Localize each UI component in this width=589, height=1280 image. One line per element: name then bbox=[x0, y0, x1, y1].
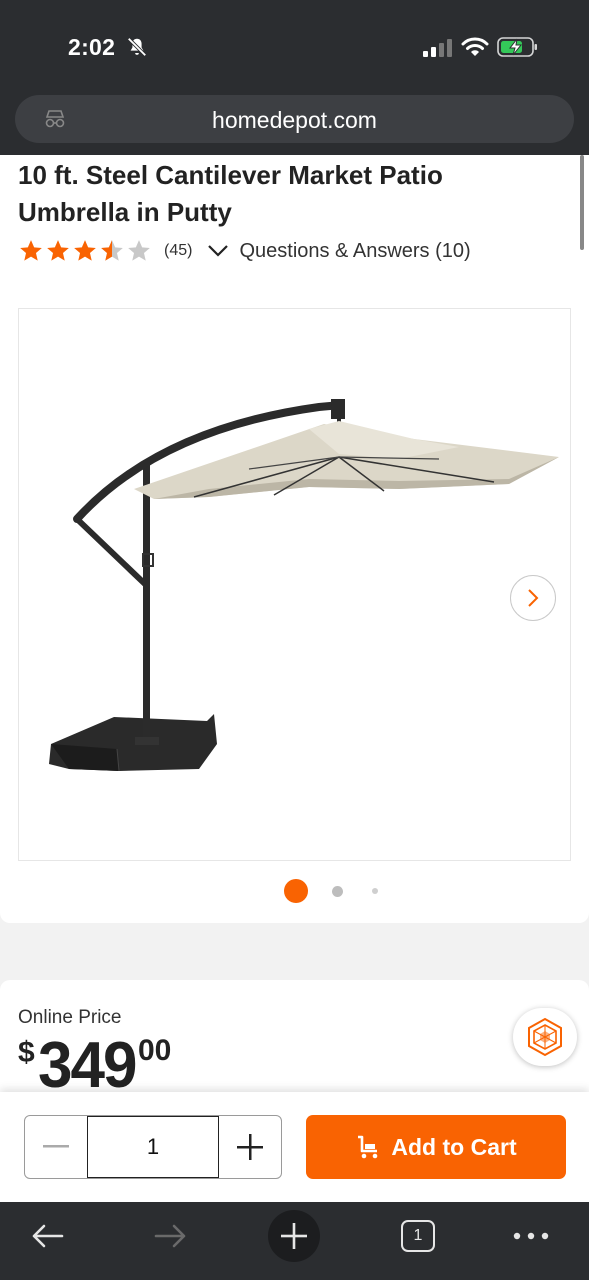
url-text: homedepot.com bbox=[212, 107, 377, 133]
new-tab-button[interactable] bbox=[268, 1210, 320, 1262]
star-full-icon bbox=[47, 240, 69, 261]
price-dollar-sign: $ bbox=[18, 1036, 35, 1069]
status-bar: 2:02 bbox=[0, 0, 589, 92]
status-time: 2:02 bbox=[68, 34, 116, 60]
tab-count: 1 bbox=[401, 1220, 435, 1252]
page-content: 10 ft. Steel Cantilever Market Patio Umb… bbox=[0, 155, 589, 1202]
more-dots-icon bbox=[513, 1232, 549, 1240]
carousel-next-button[interactable] bbox=[510, 575, 556, 621]
arrow-right-icon bbox=[154, 1224, 186, 1248]
add-to-cart-bar: 1 Add to Cart bbox=[0, 1092, 589, 1202]
product-card: 10 ft. Steel Cantilever Market Patio Umb… bbox=[0, 155, 589, 923]
carousel-dot[interactable] bbox=[284, 879, 308, 903]
scroll-indicator bbox=[580, 155, 584, 250]
product-image-carousel[interactable] bbox=[18, 308, 571, 861]
star-half-icon bbox=[101, 240, 123, 261]
browser-toolbar: 1 bbox=[0, 1202, 589, 1280]
bell-muted-icon bbox=[127, 37, 147, 57]
more-menu-button[interactable] bbox=[513, 1210, 549, 1262]
price-cents: 00 bbox=[138, 1034, 172, 1067]
plus-icon bbox=[281, 1223, 307, 1249]
arrow-left-icon bbox=[32, 1224, 64, 1248]
forward-button[interactable] bbox=[152, 1210, 190, 1262]
quantity-input[interactable]: 1 bbox=[88, 1116, 218, 1178]
minus-icon bbox=[43, 1145, 69, 1148]
add-to-cart-button[interactable]: Add to Cart bbox=[306, 1115, 566, 1179]
wifi-icon bbox=[461, 37, 489, 56]
questions-answers-link[interactable]: Questions & Answers (10) bbox=[239, 240, 470, 263]
back-button[interactable] bbox=[28, 1210, 66, 1262]
cart-icon bbox=[358, 1135, 378, 1159]
product-image bbox=[49, 399, 559, 772]
rating-row[interactable]: (45) Questions & Answers (10) bbox=[18, 237, 471, 265]
tabs-button[interactable]: 1 bbox=[400, 1210, 436, 1262]
star-rating[interactable] bbox=[18, 238, 152, 264]
add-to-cart-label: Add to Cart bbox=[391, 1133, 517, 1160]
review-count[interactable]: (45) bbox=[164, 242, 192, 260]
cellular-signal-icon bbox=[423, 39, 452, 57]
price-label: Online Price bbox=[18, 1007, 122, 1028]
carousel-dot[interactable] bbox=[331, 885, 343, 897]
product-title: 10 ft. Steel Cantilever Market Patio Umb… bbox=[18, 160, 443, 227]
carousel-dot[interactable] bbox=[372, 888, 378, 894]
carousel-pagination[interactable] bbox=[0, 879, 589, 903]
quantity-stepper[interactable]: 1 bbox=[24, 1115, 282, 1179]
chat-assistant-button[interactable] bbox=[513, 1008, 577, 1066]
decrease-quantity-button[interactable] bbox=[25, 1116, 88, 1178]
increase-quantity-button[interactable] bbox=[218, 1116, 281, 1178]
star-full-icon bbox=[74, 240, 96, 261]
address-bar[interactable]: homedepot.com bbox=[15, 95, 574, 143]
chevron-right-icon bbox=[528, 589, 539, 607]
hexagon-logo-icon bbox=[528, 1017, 562, 1057]
star-empty-icon bbox=[128, 240, 150, 261]
battery-charging-icon bbox=[497, 37, 537, 57]
plus-icon bbox=[237, 1134, 263, 1160]
star-full-icon bbox=[20, 240, 42, 261]
chevron-down-icon[interactable] bbox=[207, 244, 229, 258]
